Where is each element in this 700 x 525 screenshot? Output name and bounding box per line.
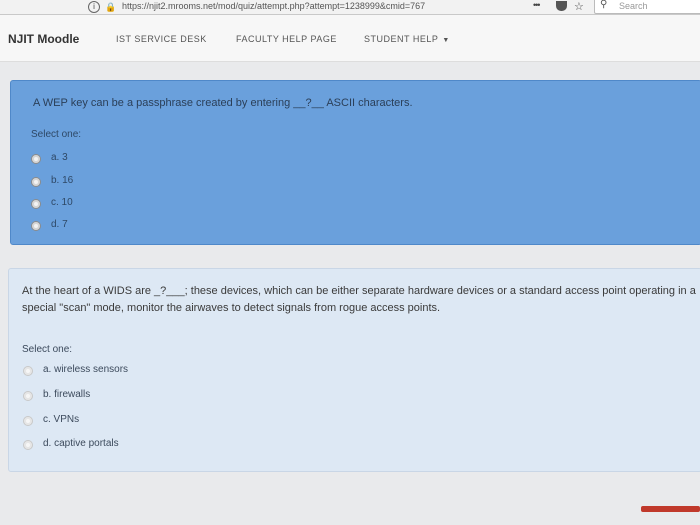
question-card-2: At the heart of a WIDS are _?___; these …	[8, 268, 700, 472]
search-icon: ⚲	[600, 0, 608, 10]
radio-button[interactable]	[31, 154, 41, 164]
radio-button[interactable]	[23, 416, 33, 426]
address-bar[interactable]: https://njit2.mrooms.net/mod/quiz/attemp…	[122, 1, 425, 11]
option-label: d. captive portals	[43, 438, 119, 449]
option-label: d. 7	[51, 219, 68, 230]
question-card-1: A WEP key can be a passphrase created by…	[10, 80, 700, 245]
nav-faculty-help-page[interactable]: FACULTY HELP PAGE	[236, 34, 337, 44]
nav-student-help[interactable]: STUDENT HELP ▼	[364, 34, 450, 44]
select-one-label: Select one:	[22, 344, 73, 355]
pocket-icon[interactable]	[556, 1, 567, 11]
lock-icon: 🔒	[105, 2, 117, 12]
search-placeholder: Search	[619, 1, 648, 11]
radio-button[interactable]	[23, 440, 33, 450]
nav-student-help-label: STUDENT HELP	[364, 34, 439, 44]
moodle-navbar: NJIT Moodle IST SERVICE DESK FACULTY HEL…	[0, 15, 700, 62]
site-brand[interactable]: NJIT Moodle	[8, 32, 79, 46]
radio-button[interactable]	[23, 366, 33, 376]
option-label: a. 3	[51, 152, 68, 163]
more-actions-button[interactable]: •••	[533, 0, 541, 10]
option-label: b. firewalls	[43, 389, 91, 400]
option-label: c. 10	[51, 197, 73, 208]
radio-button[interactable]	[31, 221, 41, 231]
radio-button[interactable]	[31, 199, 41, 209]
next-page-button[interactable]	[641, 506, 700, 512]
option-label: b. 16	[51, 175, 74, 186]
browser-toolbar: i 🔒 https://njit2.mrooms.net/mod/quiz/at…	[0, 0, 700, 15]
select-one-label: Select one:	[31, 129, 82, 140]
info-icon[interactable]: i	[88, 1, 100, 13]
nav-ist-service-desk[interactable]: IST SERVICE DESK	[116, 34, 207, 44]
question-text: A WEP key can be a passphrase created by…	[33, 97, 413, 109]
radio-button[interactable]	[23, 391, 33, 401]
chevron-down-icon: ▼	[442, 37, 450, 44]
option-label: a. wireless sensors	[43, 364, 129, 375]
browser-search-input[interactable]: ⚲ Search	[594, 0, 700, 14]
radio-button[interactable]	[31, 177, 41, 187]
option-label: c. VPNs	[43, 414, 80, 425]
bookmark-star-icon[interactable]: ☆	[574, 0, 584, 13]
question-text: At the heart of a WIDS are _?___; these …	[22, 285, 696, 314]
